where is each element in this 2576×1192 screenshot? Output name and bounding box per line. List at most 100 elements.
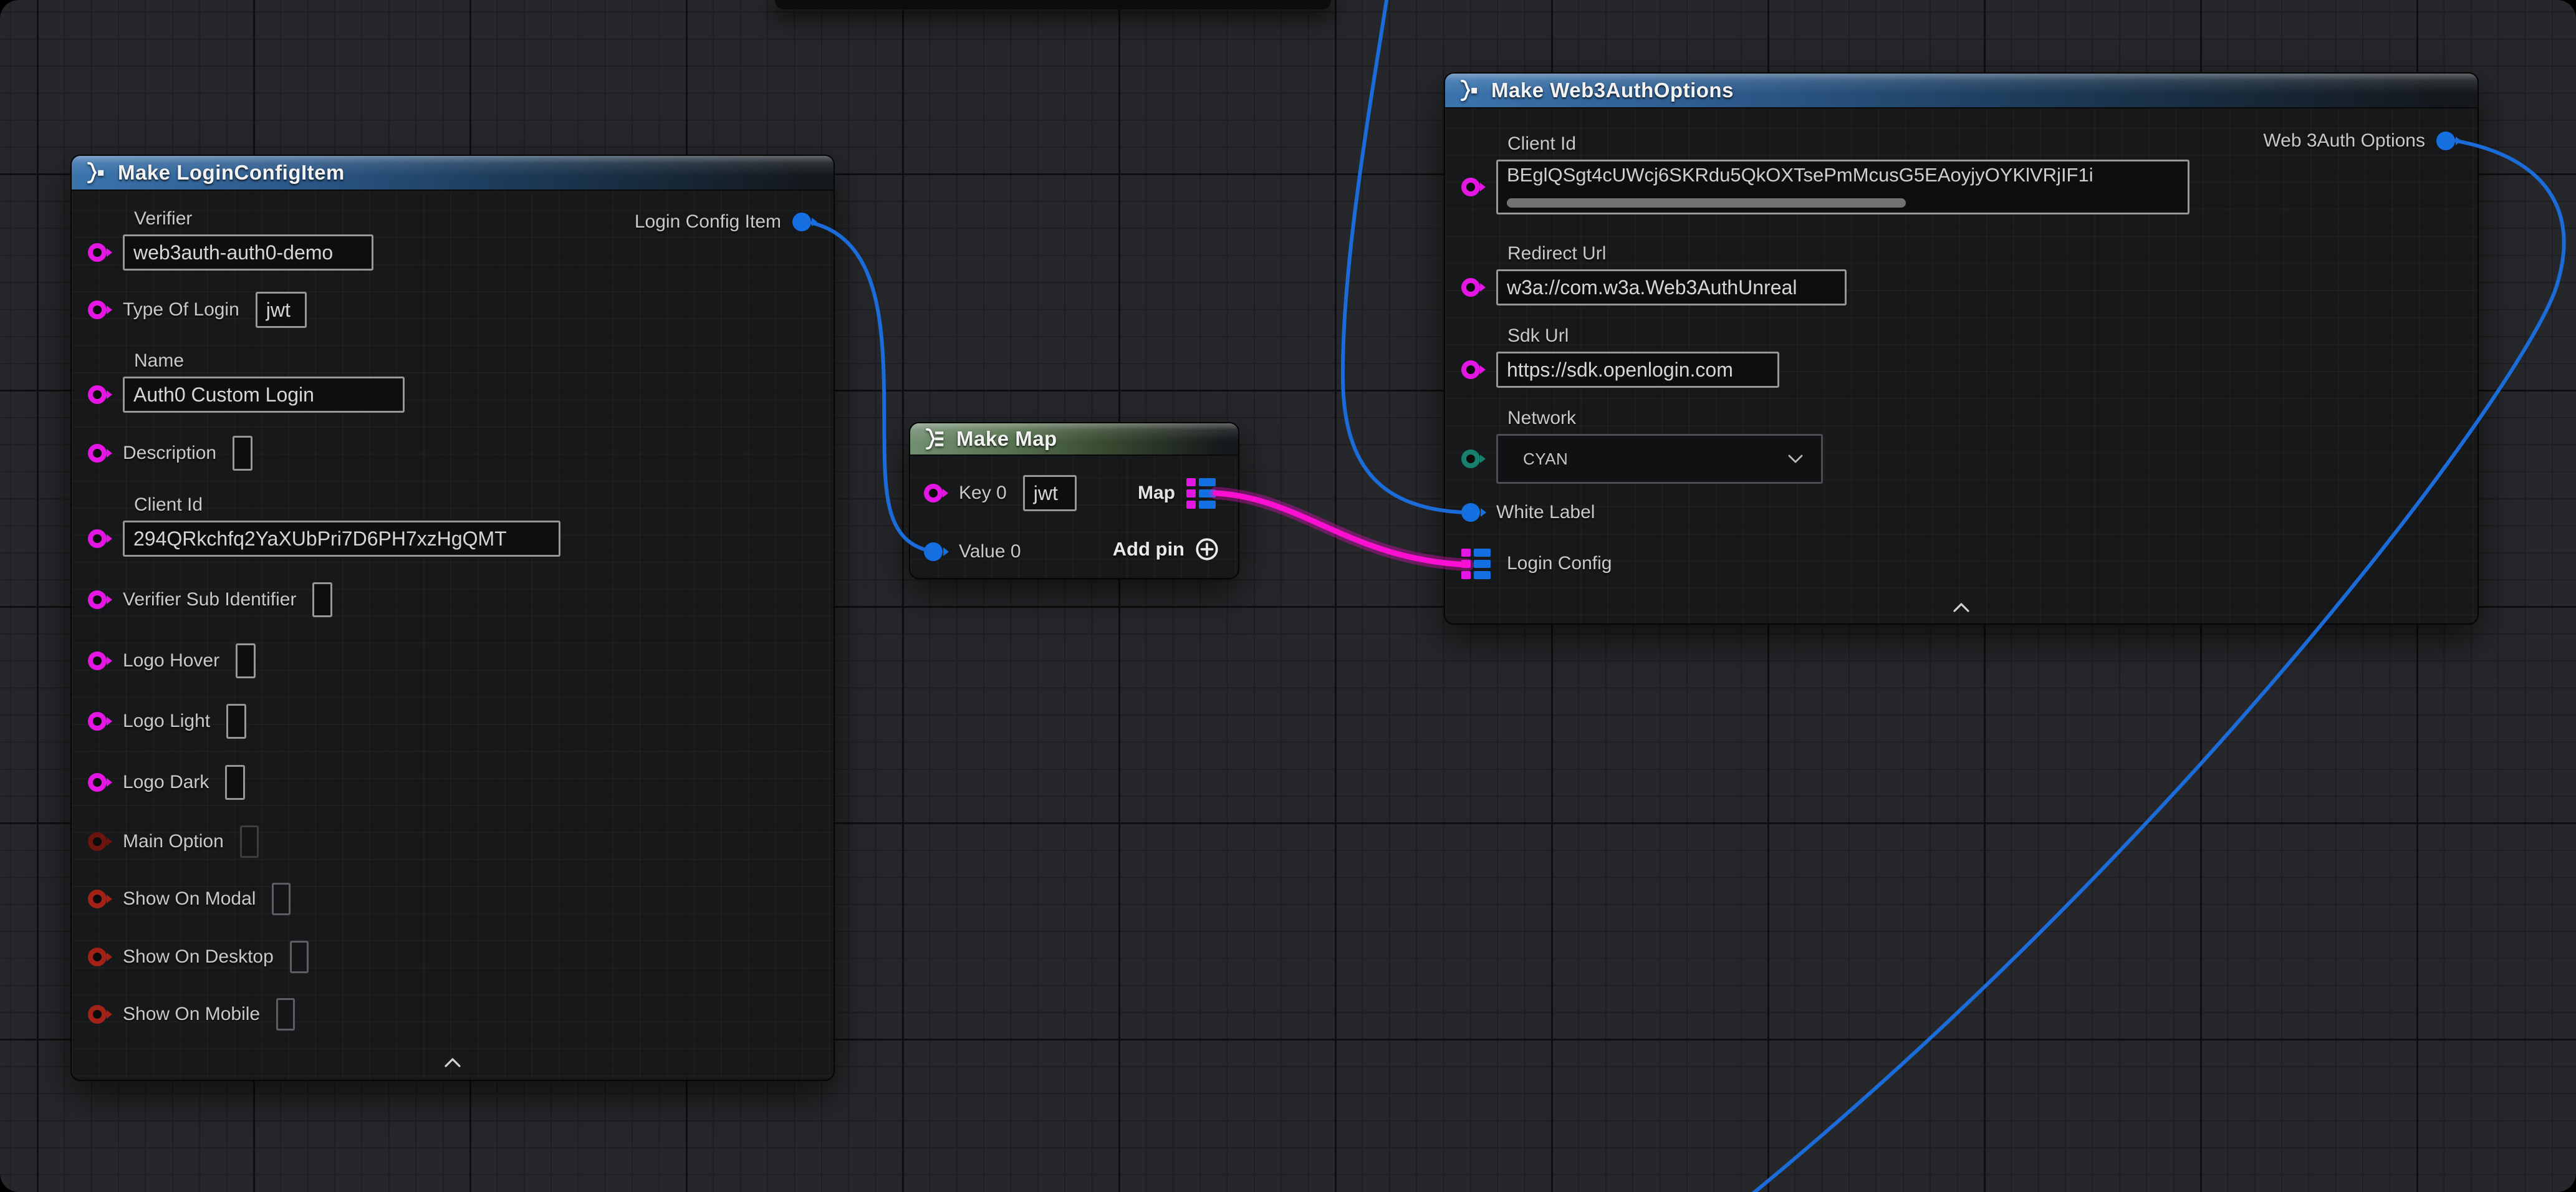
node-make-map[interactable]: Make Map Key 0 jwt Map Value 0 Add pin <box>909 422 1239 579</box>
make-struct-icon <box>84 161 107 184</box>
verifier-pin[interactable] <box>88 243 107 262</box>
verifier-label: Verifier <box>134 208 373 229</box>
network-label: Network <box>1507 408 1823 429</box>
description-pin[interactable] <box>88 444 107 463</box>
show-on-modal-checkbox[interactable] <box>272 883 291 915</box>
logo-hover-label: Logo Hover <box>123 650 219 671</box>
logo-dark-pin[interactable] <box>88 773 107 792</box>
login-config-item-output-pin[interactable] <box>792 213 811 231</box>
login-config-label: Login Config <box>1507 553 1612 574</box>
verifier-input[interactable]: web3auth-auth0-demo <box>123 234 373 271</box>
blueprint-graph-canvas[interactable]: Make LoginConfigItem Login Config Item V… <box>0 0 2576 1192</box>
field-redirect-url: Redirect Url w3a://com.w3a.Web3AuthUnrea… <box>1461 243 1847 305</box>
field-client-id: Client Id BEglQSgt4cUWcj6SKRdu5QkOXTsePm… <box>1461 133 2189 214</box>
type-of-login-pin[interactable] <box>88 300 107 319</box>
logo-hover-pin[interactable] <box>88 651 107 670</box>
field-client-id: Client Id 294QRkchfq2YaXUbPri7D6PH7xzHgQ… <box>88 494 560 557</box>
client-id-label: Client Id <box>134 494 560 516</box>
logo-dark-input[interactable] <box>225 765 245 800</box>
show-on-modal-pin[interactable] <box>88 890 107 908</box>
field-type-of-login: Type Of Login jwt <box>88 292 307 327</box>
name-label: Name <box>134 350 405 372</box>
key-0-input[interactable]: jwt <box>1023 475 1077 511</box>
value-0-pin[interactable] <box>924 542 943 561</box>
login-config-pin[interactable] <box>1461 549 1491 579</box>
description-input[interactable] <box>233 436 252 471</box>
verifier-sub-identifier-input[interactable] <box>312 582 332 617</box>
network-pin[interactable] <box>1461 449 1480 468</box>
node-make-loginconfigitem[interactable]: Make LoginConfigItem Login Config Item V… <box>70 155 835 1081</box>
logo-hover-input[interactable] <box>236 643 256 678</box>
sdk-url-input[interactable]: https://sdk.openlogin.com <box>1496 352 1779 388</box>
redirect-url-input[interactable]: w3a://com.w3a.Web3AuthUnreal <box>1496 269 1847 305</box>
show-on-desktop-checkbox[interactable] <box>290 941 309 973</box>
client-id-label: Client Id <box>1507 133 2189 155</box>
wire-map-to-login-config[interactable] <box>1216 493 1468 565</box>
client-id-input[interactable]: BEglQSgt4cUWcj6SKRdu5QkOXTsePmMcusG5EAoy… <box>1496 160 2189 214</box>
client-id-scrollbar[interactable] <box>1507 198 1906 208</box>
field-show-on-desktop: Show On Desktop <box>88 940 309 974</box>
field-logo-light: Logo Light <box>88 704 246 739</box>
main-option-checkbox[interactable] <box>240 825 259 858</box>
field-logo-hover: Logo Hover <box>88 643 256 678</box>
node-header-make-loginconfigitem[interactable]: Make LoginConfigItem <box>72 156 834 191</box>
show-on-mobile-pin[interactable] <box>88 1005 107 1024</box>
node-title: Make LoginConfigItem <box>118 161 345 185</box>
web3auth-options-output-label: Web 3Auth Options <box>2263 130 2425 151</box>
logo-dark-label: Logo Dark <box>123 772 209 793</box>
map-output-label: Map <box>1138 483 1175 504</box>
verifier-sub-identifier-pin[interactable] <box>88 590 107 609</box>
field-key-0: Key 0 jwt <box>924 476 1077 511</box>
collapse-chevron-icon[interactable] <box>1951 601 1971 615</box>
field-login-config: Login Config <box>1461 545 1612 582</box>
main-option-pin[interactable] <box>88 832 107 851</box>
field-logo-dark: Logo Dark <box>88 765 245 800</box>
name-input[interactable]: Auth0 Custom Login <box>123 377 405 413</box>
logo-light-label: Logo Light <box>123 711 210 732</box>
field-verifier-sub-identifier: Verifier Sub Identifier <box>88 582 332 617</box>
client-id-pin[interactable] <box>88 529 107 548</box>
value-0-label: Value 0 <box>959 541 1021 562</box>
show-on-mobile-checkbox[interactable] <box>276 998 295 1031</box>
key-0-pin[interactable] <box>924 484 943 502</box>
node-header-make-map[interactable]: Make Map <box>910 423 1238 456</box>
add-pin-button[interactable]: Add pin <box>1113 537 1219 562</box>
white-label-pin[interactable] <box>1461 503 1480 522</box>
name-pin[interactable] <box>88 385 107 404</box>
key-0-label: Key 0 <box>959 483 1007 504</box>
field-verifier: Verifier web3auth-auth0-demo <box>88 208 373 271</box>
add-pin-label: Add pin <box>1113 538 1185 560</box>
make-struct-icon <box>1458 79 1480 102</box>
node-title: Make Web3AuthOptions <box>1491 79 1734 102</box>
collapse-chevron-icon[interactable] <box>443 1056 463 1070</box>
field-show-on-mobile: Show On Mobile <box>88 997 295 1032</box>
client-id-pin[interactable] <box>1461 178 1480 196</box>
map-output-pin[interactable] <box>1186 478 1216 509</box>
output-row-web3auth-options: Web 3Auth Options <box>2263 123 2455 158</box>
node-title: Make Map <box>956 427 1057 451</box>
sdk-url-label: Sdk Url <box>1507 325 1779 347</box>
type-of-login-input[interactable]: jwt <box>256 292 307 328</box>
redirect-url-pin[interactable] <box>1461 278 1480 297</box>
node-header-make-web3authoptions[interactable]: Make Web3AuthOptions <box>1445 74 2477 108</box>
output-row-map: Map <box>1138 476 1216 511</box>
web3auth-options-output-pin[interactable] <box>2436 132 2455 150</box>
field-value-0: Value 0 <box>924 534 1021 569</box>
description-label: Description <box>123 443 216 464</box>
sdk-url-pin[interactable] <box>1461 360 1480 379</box>
network-selected-value: CYAN <box>1523 449 1568 469</box>
white-label-label: White Label <box>1496 502 1595 523</box>
make-map-icon <box>923 428 945 450</box>
node-make-web3authoptions[interactable]: Make Web3AuthOptions Web 3Auth Options C… <box>1444 72 2479 625</box>
type-of-login-label: Type Of Login <box>123 299 239 320</box>
logo-light-input[interactable] <box>226 704 246 739</box>
field-show-on-modal: Show On Modal <box>88 882 291 916</box>
output-pin-label: Login Config Item <box>635 211 781 233</box>
show-on-desktop-pin[interactable] <box>88 948 107 966</box>
client-id-input[interactable]: 294QRkchfq2YaXUbPri7D6PH7xzHgQMT <box>123 521 560 557</box>
logo-light-pin[interactable] <box>88 712 107 731</box>
offscreen-node-bottom-shadow <box>775 0 1331 9</box>
field-description: Description <box>88 436 252 471</box>
field-network: Network CYAN <box>1461 408 1823 484</box>
network-dropdown[interactable]: CYAN <box>1496 434 1823 484</box>
